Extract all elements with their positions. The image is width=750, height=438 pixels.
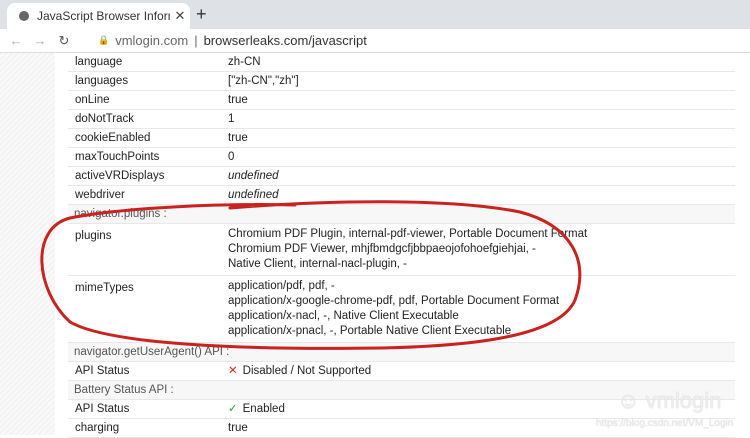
favicon-icon	[19, 11, 29, 21]
row-key: languages	[75, 75, 129, 87]
section-plugins: navigator.plugins :	[68, 205, 735, 224]
tab-bar: JavaScript Browser Information ✕ +	[0, 0, 750, 29]
new-tab-icon[interactable]: +	[196, 4, 207, 25]
plugin-line: Chromium PDF Viewer, mhjfbmdgcfjbbpaeojo…	[228, 243, 536, 255]
table-row-languages: languages ["zh-CN","zh"]	[68, 72, 735, 91]
lock-icon: 🔒	[98, 35, 110, 45]
close-tab-icon[interactable]: ✕	[170, 8, 190, 24]
mime-line: application/x-nacl, -, Native Client Exe…	[228, 310, 459, 322]
row-value: undefined	[228, 167, 735, 185]
table-row-cookieEnabled: cookieEnabled true	[68, 129, 735, 148]
row-key: API Status	[75, 403, 130, 415]
row-value: Chromium PDF Plugin, internal-pdf-viewer…	[228, 227, 735, 272]
table-row-onLine: onLine true	[68, 91, 735, 110]
mime-line: application/x-google-chrome-pdf, pdf, Po…	[228, 295, 560, 307]
row-value: 0	[228, 151, 235, 163]
row-key: maxTouchPoints	[75, 151, 160, 163]
row-value: true	[228, 132, 248, 144]
page-margin	[0, 53, 55, 435]
table-row-language: language zh-CN	[68, 53, 735, 72]
row-value: Disabled / Not Supported	[242, 365, 372, 377]
mime-line: application/pdf, pdf, -	[228, 280, 335, 292]
watermark-logo: ☺ vmlogin	[617, 388, 722, 413]
navigator-rows: language zh-CN languages ["zh-CN","zh"] onLi…	[68, 53, 735, 205]
mime-line: application/x-pnacl, -, Portable Native …	[228, 325, 512, 337]
row-key: webdriver	[75, 189, 125, 201]
row-value: 1	[228, 113, 235, 125]
row-key: charging	[75, 422, 120, 434]
browser-tab[interactable]: JavaScript Browser Information ✕	[7, 3, 190, 29]
table-row-mimetypes: mimeTypes application/pdf, pdf, - applic…	[68, 276, 735, 343]
back-icon[interactable]: ←	[4, 33, 28, 48]
row-key: language	[75, 56, 123, 68]
plugin-line: Native Client, internal-nacl-plugin, -	[228, 258, 407, 270]
watermark-brand: vmlogin	[645, 388, 722, 413]
check-icon: ✓	[228, 403, 238, 415]
info-table: language zh-CN languages ["zh-CN","zh"] onLi…	[68, 53, 735, 438]
row-key: API Status	[75, 365, 130, 377]
row-value: application/pdf, pdf, - application/x-go…	[228, 279, 735, 339]
table-row-webdriver: webdriver undefined	[68, 186, 735, 205]
forward-icon[interactable]: →	[28, 33, 52, 48]
row-value: zh-CN	[228, 56, 261, 68]
row-value-text: undefined	[228, 189, 279, 201]
table-row-doNotTrack: doNotTrack 1	[68, 110, 735, 129]
row-key: mimeTypes	[75, 282, 134, 294]
section-useragent: navigator.getUserAgent() API :	[68, 343, 735, 362]
url-field[interactable]: vmlogin.com | browserleaks.com/javascript	[115, 33, 367, 48]
reload-icon[interactable]: ↻	[52, 33, 76, 49]
row-value: ["zh-CN","zh"]	[228, 75, 299, 87]
row-key: plugins	[75, 230, 112, 242]
row-value: true	[228, 94, 248, 106]
row-value-text: undefined	[228, 170, 279, 182]
row-key: doNotTrack	[75, 113, 135, 125]
row-value: Enabled	[242, 403, 285, 415]
table-row-maxTouchPoints: maxTouchPoints 0	[68, 148, 735, 167]
address-bar: ← → ↻ 🔒 vmlogin.com | browserleaks.com/jav…	[0, 29, 750, 53]
row-key: cookieEnabled	[75, 132, 151, 144]
row-key: onLine	[75, 94, 110, 106]
url-path: browserleaks.com/javascript	[203, 33, 367, 48]
table-row: API Status ✕ Disabled / Not Supported	[68, 362, 735, 381]
cross-icon: ✕	[228, 365, 238, 377]
plugin-line: Chromium PDF Plugin, internal-pdf-viewer…	[228, 228, 588, 240]
url-host: vmlogin.com	[115, 33, 189, 48]
watermark-url: https://blog.csdn.net/VM_Login	[596, 418, 734, 429]
table-row-plugins: plugins Chromium PDF Plugin, internal-pd…	[68, 224, 735, 276]
row-value: undefined	[228, 186, 735, 204]
row-key: activeVRDisplays	[75, 170, 165, 182]
url-separator: |	[194, 33, 198, 48]
table-row-activeVRDisplays: activeVRDisplays undefined	[68, 167, 735, 186]
tab-title: JavaScript Browser Information	[37, 9, 170, 23]
row-value-cell: ✕ Disabled / Not Supported	[228, 362, 735, 380]
